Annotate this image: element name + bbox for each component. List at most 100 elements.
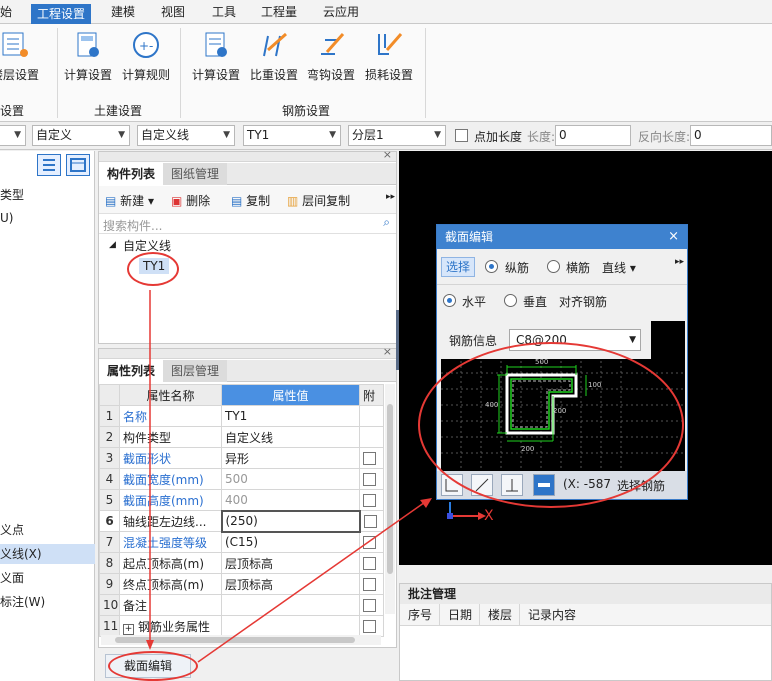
attach-checkbox-cell[interactable]	[359, 447, 384, 469]
property-value[interactable]: (C15)	[221, 531, 360, 553]
calc-settings-button[interactable]: 计算设置	[57, 30, 119, 90]
reverse-length-input[interactable]: 0	[690, 125, 772, 146]
property-value[interactable]	[221, 615, 360, 637]
property-value[interactable]: 层顶标高	[221, 552, 360, 574]
type-combo[interactable]: 自定义线 ▼	[137, 125, 235, 146]
expand-icon[interactable]: +	[123, 623, 134, 635]
property-row[interactable]: 6 轴线距左边线... (250)	[99, 509, 384, 533]
attach-checkbox-cell[interactable]	[359, 531, 384, 553]
list-view-icon[interactable]	[37, 154, 61, 176]
vertical-radio[interactable]	[504, 294, 517, 307]
new-button[interactable]: ▤ 新建 ▾	[105, 192, 154, 209]
delete-button[interactable]: ▣ 删除	[171, 192, 210, 209]
tree-expand-icon[interactable]: ◢	[109, 240, 116, 250]
annotation-ellipse	[127, 252, 179, 286]
nav-item-face[interactable]: 义面	[0, 568, 24, 588]
component-search[interactable]: 搜索构件... ⌕	[99, 214, 396, 234]
close-icon[interactable]: ×	[383, 345, 392, 358]
menu-modeling[interactable]: 建模	[111, 3, 135, 21]
property-scrollbar[interactable]	[385, 384, 395, 614]
floor-settings-button[interactable]: 楼层设置	[0, 30, 46, 90]
floor-copy-button[interactable]: ▥ 层间复制	[287, 192, 350, 209]
property-value[interactable]: 层顶标高	[221, 573, 360, 595]
menu-view[interactable]: 视图	[161, 3, 185, 21]
floor-combo[interactable]: ▼	[0, 125, 26, 146]
property-value[interactable]: (250)	[220, 509, 361, 533]
group-label-civil: 土建设置	[94, 104, 143, 118]
align-rebar-button[interactable]: 对齐钢筋	[553, 293, 607, 310]
close-icon[interactable]: ×	[383, 148, 392, 161]
attach-checkbox-cell[interactable]	[359, 426, 384, 448]
menu-project-settings[interactable]: 工程设置	[31, 4, 92, 24]
attach-checkbox-cell[interactable]	[359, 489, 384, 511]
property-row[interactable]: 7 混凝土强度等级 (C15)	[99, 531, 384, 553]
property-value[interactable]: TY1	[221, 405, 360, 427]
component-combo[interactable]: TY1 ▼	[243, 125, 341, 146]
property-value[interactable]: 自定义线	[221, 426, 360, 448]
property-value[interactable]	[221, 594, 360, 616]
point-length-checkbox[interactable]	[455, 129, 468, 142]
attach-checkbox-cell[interactable]	[359, 615, 384, 637]
length-input[interactable]: 0	[555, 125, 631, 146]
menu-bar: 始 工程设置 建模 视图 工具 工程量 云应用	[0, 0, 772, 24]
nav-item-type[interactable]: 类型	[0, 185, 24, 205]
property-value[interactable]: 异形	[221, 447, 360, 469]
search-icon[interactable]: ⌕	[383, 215, 390, 230]
attach-checkbox-cell[interactable]	[359, 552, 384, 574]
row-number: 1	[99, 405, 120, 427]
attach-checkbox-cell[interactable]	[359, 594, 384, 616]
svg-text:+-: +-	[139, 39, 153, 53]
search-input[interactable]: 搜索构件...	[103, 217, 162, 234]
attach-checkbox-cell[interactable]	[359, 468, 384, 490]
nav-item-u[interactable]: U)	[0, 208, 13, 228]
property-name: + 钢筋业务属性	[119, 615, 222, 637]
property-row[interactable]: 8 起点顶标高(m) 层顶标高	[99, 552, 384, 574]
property-value[interactable]: 400	[221, 489, 360, 511]
rebar-calc-settings-button[interactable]: 计算设置	[185, 30, 247, 90]
loss-settings-button[interactable]: 损耗设置	[358, 30, 420, 90]
row-number: 3	[99, 447, 120, 469]
property-row[interactable]: 2 构件类型 自定义线	[99, 426, 384, 448]
line-mode-select[interactable]: 直线 ▾	[602, 259, 636, 276]
specific-gravity-button[interactable]: 比重设置	[243, 30, 305, 90]
horizontal-scrollbar[interactable]	[101, 635, 381, 645]
horizontal-radio[interactable]	[443, 294, 456, 307]
menu-cloud[interactable]: 云应用	[323, 3, 359, 21]
tab-property-list[interactable]: 属性列表	[99, 360, 165, 382]
select-button[interactable]: 选择	[441, 257, 476, 277]
nav-item-annotation[interactable]: 标注(W)	[0, 592, 45, 612]
tab-layer-management[interactable]: 图层管理	[163, 360, 228, 382]
more-icon[interactable]: ▸▸	[675, 257, 684, 267]
property-row[interactable]: 10 备注	[99, 594, 384, 616]
layer-combo[interactable]: 分层1 ▼	[348, 125, 446, 146]
property-row[interactable]: 5 截面高度(mm) 400	[99, 489, 384, 511]
menu-tools[interactable]: 工具	[212, 3, 236, 21]
menu-quantity[interactable]: 工程量	[261, 3, 297, 21]
attach-checkbox-cell[interactable]	[359, 510, 384, 532]
menu-start[interactable]: 始	[0, 3, 12, 21]
hook-settings-button[interactable]: 弯钩设置	[300, 30, 362, 90]
property-row[interactable]: 9 终点顶标高(m) 层顶标高	[99, 573, 384, 595]
new-icon: ▤	[105, 194, 117, 208]
tab-drawing-management[interactable]: 图纸管理	[163, 163, 228, 185]
calc-rules-button[interactable]: +- 计算规则	[115, 30, 177, 90]
property-row[interactable]: 4 截面宽度(mm) 500	[99, 468, 384, 490]
longitudinal-radio[interactable]	[485, 260, 498, 273]
tab-component-list[interactable]: 构件列表	[99, 163, 165, 185]
attach-checkbox-cell[interactable]	[359, 405, 384, 427]
property-row[interactable]: 1 名称 TY1	[99, 405, 384, 427]
property-row[interactable]: 11 + 钢筋业务属性	[99, 615, 384, 637]
more-icon[interactable]: ▸▸	[386, 192, 395, 202]
copy-button[interactable]: ▤ 复制	[231, 192, 270, 209]
dialog-close-icon[interactable]: ×	[668, 225, 679, 249]
nav-item-point[interactable]: 义点	[0, 520, 24, 540]
attach-checkbox-cell[interactable]	[359, 573, 384, 595]
nav-item-custom-line[interactable]: 义线(X)	[0, 544, 95, 564]
property-row[interactable]: 3 截面形状 异形	[99, 447, 384, 469]
category-combo[interactable]: 自定义 ▼	[32, 125, 130, 146]
ribbon: 楼层设置 计算设置 +- 计算规则 计算设置 比重设置 弯钩设置	[0, 24, 772, 122]
col-header-value: 属性值	[221, 384, 360, 406]
grid-view-icon[interactable]	[66, 154, 90, 176]
stirrup-radio[interactable]	[547, 260, 560, 273]
property-value[interactable]: 500	[221, 468, 360, 490]
